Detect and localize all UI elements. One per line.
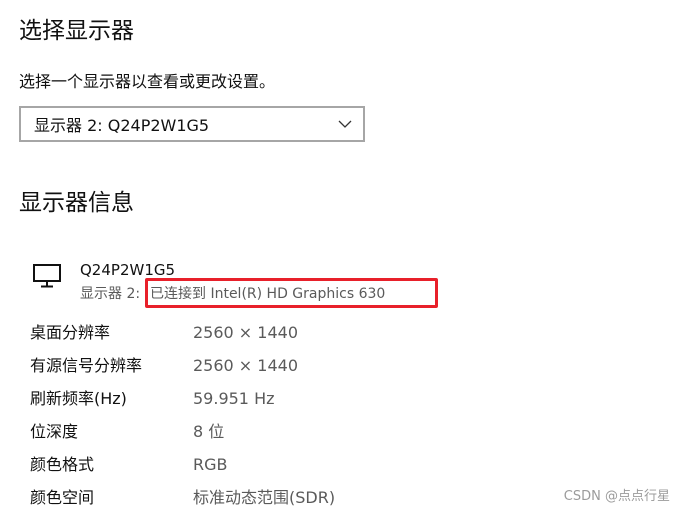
property-value: 8 位 (193, 422, 225, 441)
property-value: 59.951 Hz (193, 389, 275, 408)
section-title: 显示器信息 (19, 190, 134, 216)
property-label: 颜色空间 (30, 488, 95, 507)
chevron-down-icon (338, 120, 352, 128)
property-label: 位深度 (30, 422, 79, 441)
property-row: 位深度 8 位 (30, 415, 450, 448)
monitor-icon (33, 264, 61, 288)
display-properties-list: 桌面分辨率 2560 × 1440 有源信号分辨率 2560 × 1440 刷新… (30, 316, 450, 514)
property-row: 颜色格式 RGB (30, 448, 450, 481)
property-value: 标准动态范围(SDR) (193, 488, 336, 507)
property-value: 2560 × 1440 (193, 356, 299, 375)
monitor-subtitle: 显示器 2: 已连接到 Intel(R) HD Graphics 630 (80, 284, 385, 304)
display-settings-page: 选择显示器 选择一个显示器以查看或更改设置。 显示器 2: Q24P2W1G5 … (0, 0, 684, 516)
watermark: CSDN @点点行星 (563, 489, 670, 504)
property-row: 桌面分辨率 2560 × 1440 (30, 316, 450, 349)
property-label: 刷新频率(Hz) (30, 389, 127, 408)
property-value: RGB (193, 455, 228, 474)
property-label: 有源信号分辨率 (30, 356, 143, 375)
display-select-dropdown[interactable]: 显示器 2: Q24P2W1G5 (19, 106, 365, 142)
page-title: 选择显示器 (19, 18, 134, 44)
property-row: 颜色空间 标准动态范围(SDR) (30, 481, 450, 514)
monitor-name: Q24P2W1G5 (80, 261, 176, 279)
property-label: 颜色格式 (30, 455, 95, 474)
monitor-connection: 已连接到 Intel(R) HD Graphics 630 (150, 286, 386, 302)
display-select-value: 显示器 2: Q24P2W1G5 (34, 116, 210, 135)
property-row: 刷新频率(Hz) 59.951 Hz (30, 382, 450, 415)
property-label: 桌面分辨率 (30, 323, 111, 342)
page-subtitle: 选择一个显示器以查看或更改设置。 (19, 72, 276, 91)
property-row: 有源信号分辨率 2560 × 1440 (30, 349, 450, 382)
monitor-number: 显示器 2: (80, 286, 141, 302)
property-value: 2560 × 1440 (193, 323, 299, 342)
